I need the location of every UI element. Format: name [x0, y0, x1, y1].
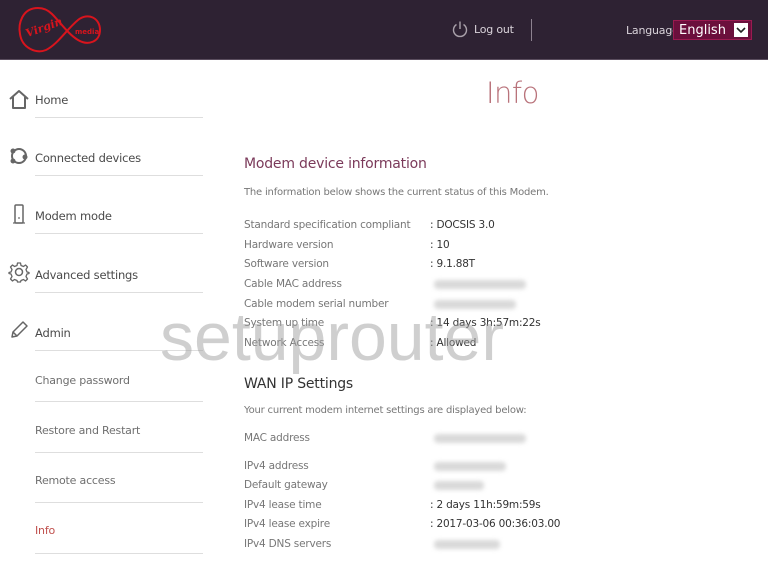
row-value [430, 278, 526, 290]
row-label: Cable modem serial number [244, 298, 389, 310]
row-value: : 2017-03-06 00:36:03.00 [430, 518, 561, 530]
header-divider [531, 19, 532, 41]
chevron-down-icon [734, 23, 748, 37]
modem-info-row: Network Access : Allowed [244, 337, 644, 353]
sidebar-item-label: Advanced settings [35, 268, 138, 282]
wan-section-title: WAN IP Settings [244, 376, 354, 392]
divider [35, 502, 203, 503]
virgin-media-logo[interactable]: Virgin media [16, 4, 102, 56]
svg-text:media: media [75, 28, 99, 36]
row-label: Cable MAC address [244, 278, 342, 290]
modem-section-description: The information below shows the current … [244, 187, 549, 198]
row-label: Hardware version [244, 239, 334, 251]
modem-info-row: Standard specification compliant : DOCSIS… [244, 219, 644, 235]
divider [35, 117, 203, 118]
row-label: Network Access [244, 337, 325, 349]
row-label: Default gateway [244, 479, 328, 491]
row-label: IPv4 lease expire [244, 518, 330, 530]
divider [35, 175, 203, 176]
logout-button[interactable]: Log out [452, 20, 514, 38]
row-value [430, 460, 506, 472]
row-value: : 10 [430, 239, 450, 251]
wan-section-description: Your current modem internet settings are… [244, 405, 527, 416]
wan-info-row: IPv4 address [244, 460, 644, 476]
sidebar-item-label: Connected devices [35, 151, 141, 165]
modem-icon [13, 204, 25, 224]
sidebar-item-label: Info [35, 524, 56, 537]
sidebar-item-label: Admin [35, 326, 71, 340]
row-label: IPv4 DNS servers [244, 538, 332, 550]
modem-info-row: System up time : 14 days 3h:57m:22s [244, 317, 644, 333]
row-label: IPv4 address [244, 460, 309, 472]
row-value: : DOCSIS 3.0 [430, 219, 495, 231]
divider [35, 350, 203, 351]
sidebar-item-label: Modem mode [35, 209, 112, 223]
sidebar-item-label: Change password [35, 374, 130, 387]
redacted-value [434, 299, 516, 309]
row-label: System up time [244, 317, 325, 329]
wan-info-row: Default gateway [244, 479, 644, 495]
language-label: Language [626, 24, 679, 37]
modem-info-row: Cable MAC address [244, 278, 644, 294]
redacted-value [434, 279, 526, 289]
row-value: : Allowed [430, 337, 477, 349]
row-value: : 14 days 3h:57m:22s [430, 317, 541, 329]
language-selected-value: English [679, 22, 726, 38]
sidebar-item-label: Remote access [35, 474, 116, 487]
divider [35, 401, 203, 402]
redacted-value [434, 461, 506, 471]
wan-info-row: IPv4 lease expire : 2017-03-06 00:36:03.0… [244, 518, 644, 534]
power-icon [452, 21, 468, 38]
modem-info-row: Hardware version : 10 [244, 239, 644, 255]
divider [35, 452, 203, 453]
language-select[interactable]: English [673, 20, 752, 40]
redacted-value [434, 433, 526, 443]
modem-info-row: Software version : 9.1.88T [244, 258, 644, 274]
divider [35, 553, 203, 554]
divider [35, 233, 203, 234]
logout-label: Log out [474, 22, 514, 36]
row-value [430, 479, 484, 491]
gear-icon [8, 262, 30, 283]
row-value: : 9.1.88T [430, 258, 475, 270]
divider [35, 292, 203, 293]
row-value: : 2 days 11h:59m:59s [430, 499, 541, 511]
redacted-value [434, 480, 484, 490]
row-value [430, 538, 500, 550]
top-bar: Virgin media Log out Language English [0, 0, 768, 60]
row-value [430, 432, 526, 444]
svg-text:Virgin: Virgin [24, 15, 64, 40]
wan-info-row: IPv4 DNS servers [244, 538, 644, 554]
row-label: IPv4 lease time [244, 499, 322, 511]
modem-section-title: Modem device information [244, 156, 427, 172]
wan-info-row: IPv4 lease time : 2 days 11h:59m:59s [244, 499, 644, 515]
row-label: MAC address [244, 432, 310, 444]
redacted-value [434, 539, 500, 549]
row-label: Standard specification compliant [244, 219, 411, 231]
devices-icon [10, 148, 28, 164]
modem-info-row: Cable modem serial number [244, 298, 644, 314]
pencil-icon [11, 321, 28, 338]
wan-info-row: MAC address [244, 432, 644, 448]
home-icon [9, 90, 29, 109]
sidebar-item-label: Home [35, 93, 69, 107]
sidebar-item-label: Restore and Restart [35, 424, 141, 437]
row-value [430, 298, 516, 310]
row-label: Software version [244, 258, 329, 270]
page-title: Info [486, 76, 539, 110]
